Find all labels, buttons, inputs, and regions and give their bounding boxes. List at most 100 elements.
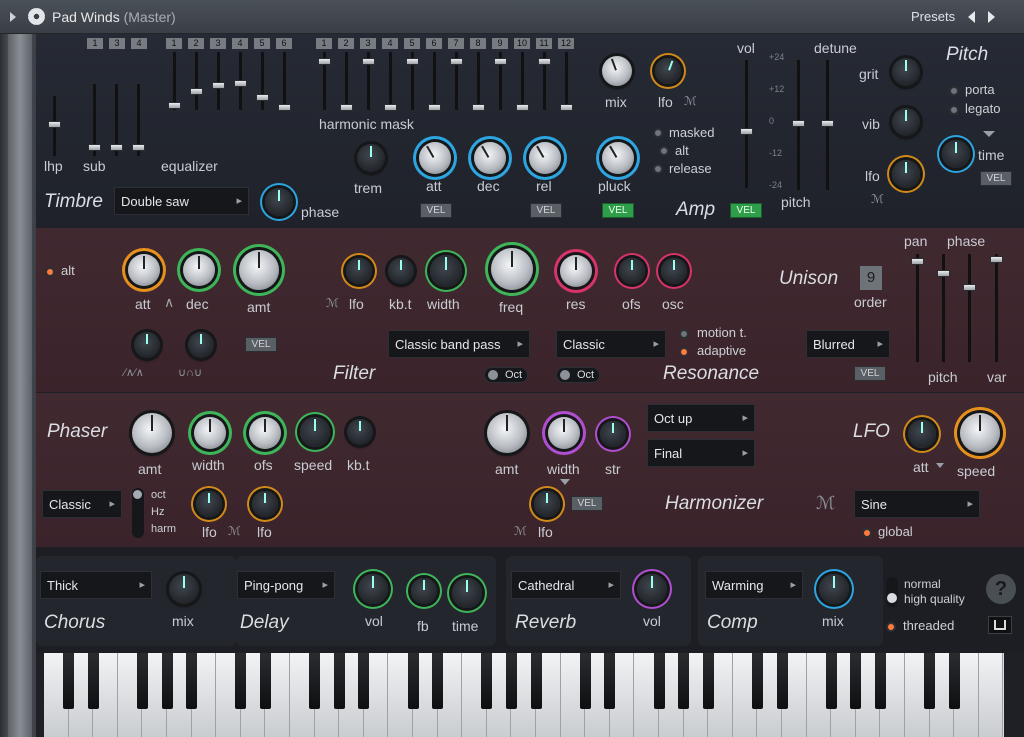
eq-slider-1[interactable]: [168, 52, 181, 110]
unison-var-slider[interactable]: [990, 254, 1003, 362]
black-key[interactable]: [87, 653, 99, 709]
caret-left-icon[interactable]: [968, 11, 975, 23]
waveform-dropdown[interactable]: Double saw: [114, 187, 249, 215]
grit-knob[interactable]: [892, 58, 920, 86]
pluck-knob[interactable]: [602, 142, 634, 174]
chorus-type-dropdown[interactable]: Thick: [40, 571, 152, 599]
black-key[interactable]: [776, 653, 788, 709]
filter-type-dropdown[interactable]: Classic band pass: [388, 330, 530, 358]
black-key[interactable]: [63, 653, 75, 709]
delay-fb-knob[interactable]: [411, 578, 437, 604]
amp-lfo-knob[interactable]: [655, 58, 681, 84]
black-key[interactable]: [850, 653, 862, 709]
delay-type-dropdown[interactable]: Ping-pong: [237, 571, 335, 599]
black-key[interactable]: [235, 653, 247, 709]
lfo-speed-knob[interactable]: [960, 413, 1000, 453]
black-key[interactable]: [874, 653, 886, 709]
side-scroll[interactable]: [8, 34, 32, 737]
sub-slider-3[interactable]: [132, 84, 145, 156]
high-quality-label[interactable]: high quality: [904, 592, 965, 606]
black-key[interactable]: [948, 653, 960, 709]
lfo-att-knob[interactable]: [908, 420, 936, 448]
chorus-mix-knob[interactable]: [169, 574, 199, 604]
comp-mix-knob[interactable]: [819, 574, 849, 604]
resonance-oct-toggle[interactable]: Oct: [556, 367, 600, 383]
black-key[interactable]: [530, 653, 542, 709]
masked-radio[interactable]: [653, 128, 663, 138]
black-key[interactable]: [604, 653, 616, 709]
filter-shape2-knob[interactable]: [188, 332, 214, 358]
unison-vel-button[interactable]: VEL: [854, 366, 886, 381]
amp-mix-knob[interactable]: [602, 56, 632, 86]
phaser-ofs-knob[interactable]: [249, 417, 281, 449]
phaser-lfo1-knob[interactable]: [196, 491, 222, 517]
filter-width-knob[interactable]: [430, 255, 462, 287]
filter-shape1-knob[interactable]: [134, 332, 160, 358]
porta-radio[interactable]: [949, 86, 959, 96]
vol-vel-button[interactable]: VEL: [730, 203, 762, 218]
sub-slider-1[interactable]: [88, 84, 101, 156]
harmonic-slider-4[interactable]: [384, 52, 397, 111]
time-vel-button[interactable]: VEL: [980, 171, 1012, 186]
black-key[interactable]: [924, 653, 936, 709]
lfo-shape-dropdown[interactable]: Sine: [854, 490, 980, 518]
reverb-vol-knob[interactable]: [637, 574, 667, 604]
black-key[interactable]: [259, 653, 271, 709]
black-key[interactable]: [678, 653, 690, 709]
black-key[interactable]: [358, 653, 370, 709]
black-key[interactable]: [505, 653, 517, 709]
att-vel-button[interactable]: VEL: [420, 203, 452, 218]
eq-slider-4[interactable]: [234, 52, 247, 110]
harmonic-slider-2[interactable]: [340, 52, 353, 111]
phaser-mode-dropdown[interactable]: Classic: [42, 490, 122, 518]
osc-knob[interactable]: [661, 258, 687, 284]
eq-slider-6[interactable]: [278, 52, 291, 111]
harmonic-slider-7[interactable]: [450, 52, 463, 110]
black-key[interactable]: [407, 653, 419, 709]
alt-radio[interactable]: [659, 146, 669, 156]
piano-keyboard[interactable]: [44, 653, 1004, 737]
pan-slider[interactable]: [911, 254, 924, 362]
normal-quality-label[interactable]: normal: [904, 577, 941, 591]
black-key[interactable]: [825, 653, 837, 709]
delay-time-knob[interactable]: [452, 578, 482, 608]
filter-amt-knob[interactable]: [239, 250, 279, 290]
rel-vel-button[interactable]: VEL: [530, 203, 562, 218]
hz-option-label[interactable]: Hz: [151, 506, 164, 518]
lhp-slider[interactable]: [48, 96, 61, 156]
unison-pitch-slider[interactable]: [937, 254, 950, 362]
delay-vol-knob[interactable]: [358, 574, 388, 604]
legato-radio[interactable]: [949, 105, 959, 115]
adaptive-radio[interactable]: [679, 347, 689, 357]
black-key[interactable]: [751, 653, 763, 709]
filter-kbt-knob[interactable]: [388, 258, 414, 284]
global-radio[interactable]: [862, 528, 872, 538]
pitch-slider[interactable]: [792, 60, 805, 190]
phaser-amt-knob[interactable]: [132, 413, 172, 453]
caret-right-icon[interactable]: [988, 11, 995, 23]
harmonizer-vel-button[interactable]: VEL: [571, 496, 603, 511]
eq-slider-5[interactable]: [256, 52, 269, 110]
black-key[interactable]: [161, 653, 173, 709]
trem-knob[interactable]: [357, 144, 385, 172]
harmonic-slider-12[interactable]: [560, 52, 573, 111]
harmonic-slider-11[interactable]: [538, 52, 551, 110]
harmonic-slider-3[interactable]: [362, 52, 375, 110]
harmonic-slider-1[interactable]: [318, 52, 331, 110]
harmonizer-width-knob[interactable]: [548, 417, 580, 449]
black-key[interactable]: [333, 653, 345, 709]
black-key[interactable]: [481, 653, 493, 709]
filter-dec-knob[interactable]: [183, 254, 215, 286]
release-radio[interactable]: [653, 164, 663, 174]
presets-button[interactable]: Presets: [911, 9, 955, 24]
harmonic-slider-6[interactable]: [428, 52, 441, 111]
filter-vel-button[interactable]: VEL: [245, 337, 277, 352]
harmonic-slider-5[interactable]: [406, 52, 419, 110]
harmonic-slider-9[interactable]: [494, 52, 507, 110]
quality-switch[interactable]: [886, 577, 898, 607]
harmonizer-lfo-knob[interactable]: [534, 491, 560, 517]
black-key[interactable]: [432, 653, 444, 709]
phaser-lfo2-knob[interactable]: [252, 491, 278, 517]
harmonizer-mode-dropdown[interactable]: Oct up: [647, 404, 755, 432]
filter-freq-knob[interactable]: [491, 248, 533, 290]
